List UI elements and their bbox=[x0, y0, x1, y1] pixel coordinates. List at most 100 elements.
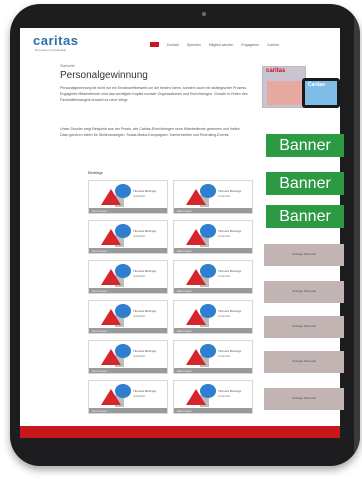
page-title: Personalgewinnung bbox=[60, 70, 148, 81]
shapes-placeholder-icon bbox=[186, 264, 216, 287]
card-footer: Mehr lesen bbox=[89, 288, 167, 293]
nav-item-spenden[interactable]: Spenden bbox=[187, 43, 201, 47]
section-label: Beiträge bbox=[88, 170, 103, 175]
article-card[interactable]: Titel des Beitrags Untertitel Mehr lesen bbox=[173, 340, 253, 374]
card-subtitle: Untertitel bbox=[218, 274, 231, 278]
card-footer: Mehr lesen bbox=[89, 328, 167, 333]
article-card[interactable]: Titel des Beitrags Untertitel Mehr lesen bbox=[88, 180, 168, 214]
card-footer: Mehr lesen bbox=[174, 208, 252, 213]
article-card[interactable]: Titel des Beitrags Untertitel Mehr lesen bbox=[173, 380, 253, 414]
card-subtitle: Untertitel bbox=[218, 354, 231, 358]
article-card[interactable]: Titel des Beitrags Untertitel Mehr lesen bbox=[88, 340, 168, 374]
card-title: Titel des Beitrags bbox=[218, 269, 242, 273]
card-title: Titel des Beitrags bbox=[218, 189, 242, 193]
card-link[interactable]: Mehr lesen bbox=[92, 329, 107, 333]
caritas-logo[interactable]: caritas bbox=[33, 33, 78, 48]
footer-bar bbox=[20, 426, 340, 438]
card-footer: Mehr lesen bbox=[89, 208, 167, 213]
nav-item-suchen[interactable]: Suchen bbox=[267, 43, 279, 47]
ad-box-3[interactable]: Anzeige Personal bbox=[264, 316, 344, 338]
card-footer: Mehr lesen bbox=[89, 368, 167, 373]
card-link[interactable]: Mehr lesen bbox=[92, 409, 107, 413]
card-subtitle: Untertitel bbox=[133, 274, 146, 278]
card-subtitle: Untertitel bbox=[133, 314, 146, 318]
article-card[interactable]: Titel des Beitrags Untertitel Mehr lesen bbox=[173, 220, 253, 254]
ad-label: Anzeige Personal bbox=[292, 252, 316, 256]
ad-label: Anzeige Personal bbox=[292, 289, 316, 293]
nav-item-kontakt[interactable]: Kontakt bbox=[167, 43, 179, 47]
breadcrumb[interactable]: Startseite bbox=[60, 64, 75, 68]
ad-label: Anzeige Personal bbox=[292, 396, 316, 400]
shapes-placeholder-icon bbox=[101, 344, 131, 367]
card-link[interactable]: Mehr lesen bbox=[177, 329, 192, 333]
card-title: Titel des Beitrags bbox=[133, 189, 157, 193]
shapes-placeholder-icon bbox=[101, 224, 131, 247]
article-card[interactable]: Titel des Beitrags Untertitel Mehr lesen bbox=[88, 380, 168, 414]
intro-paragraph: Personalgewinnung ist nicht nur ein Krea… bbox=[60, 86, 248, 102]
card-link[interactable]: Mehr lesen bbox=[177, 369, 192, 373]
card-link[interactable]: Mehr lesen bbox=[92, 369, 107, 373]
card-title: Titel des Beitrags bbox=[218, 389, 242, 393]
card-link[interactable]: Mehr lesen bbox=[177, 209, 192, 213]
card-link[interactable]: Mehr lesen bbox=[177, 289, 192, 293]
card-footer: Mehr lesen bbox=[89, 248, 167, 253]
card-footer: Mehr lesen bbox=[174, 288, 252, 293]
camera-icon bbox=[202, 12, 206, 16]
nav-item-engagieren[interactable]: Engagieren bbox=[241, 43, 259, 47]
shapes-placeholder-icon bbox=[101, 304, 131, 327]
top-nav: Kontakt Spenden Mitglied werden Engagier… bbox=[150, 42, 286, 47]
ad-label: Anzeige Personal bbox=[292, 324, 316, 328]
flag-icon bbox=[150, 42, 159, 47]
card-subtitle: Untertitel bbox=[218, 194, 231, 198]
ad-box-4[interactable]: Anzeige Personal bbox=[264, 351, 344, 373]
card-link[interactable]: Mehr lesen bbox=[92, 249, 107, 253]
shapes-placeholder-icon bbox=[101, 384, 131, 407]
second-paragraph: Unser Dossier zeigt Beispiele aus der Pr… bbox=[60, 127, 241, 137]
card-link[interactable]: Mehr lesen bbox=[92, 289, 107, 293]
article-card[interactable]: Titel des Beitrags Untertitel Mehr lesen bbox=[173, 260, 253, 294]
tablet-title: Caritas bbox=[308, 82, 325, 88]
article-card[interactable]: Titel des Beitrags Untertitel Mehr lesen bbox=[173, 180, 253, 214]
card-title: Titel des Beitrags bbox=[133, 349, 157, 353]
card-link[interactable]: Mehr lesen bbox=[177, 409, 192, 413]
article-card[interactable]: Titel des Beitrags Untertitel Mehr lesen bbox=[173, 300, 253, 334]
card-link[interactable]: Mehr lesen bbox=[177, 249, 192, 253]
ad-box-2[interactable]: Anzeige Personal bbox=[264, 281, 344, 303]
card-footer: Mehr lesen bbox=[174, 328, 252, 333]
card-title: Titel des Beitrags bbox=[218, 229, 242, 233]
shapes-placeholder-icon bbox=[186, 224, 216, 247]
card-footer: Mehr lesen bbox=[174, 368, 252, 373]
card-title: Titel des Beitrags bbox=[133, 389, 157, 393]
article-card[interactable]: Titel des Beitrags Untertitel Mehr lesen bbox=[88, 260, 168, 294]
nav-item-mitglied[interactable]: Mitglied werden bbox=[209, 43, 234, 47]
card-title: Titel des Beitrags bbox=[218, 349, 242, 353]
shapes-placeholder-icon bbox=[101, 184, 131, 207]
card-link[interactable]: Mehr lesen bbox=[92, 209, 107, 213]
shapes-placeholder-icon bbox=[186, 344, 216, 367]
tablet-edge bbox=[354, 4, 360, 466]
magazine-title: caritas bbox=[266, 68, 286, 74]
magazine-tablet: Caritas bbox=[302, 78, 340, 108]
ad-box-5[interactable]: Anzeige Personal bbox=[264, 388, 344, 410]
card-subtitle: Untertitel bbox=[133, 234, 146, 238]
magazine-photo bbox=[267, 81, 303, 105]
magazine-cover: caritas bbox=[262, 66, 306, 108]
card-title: Titel des Beitrags bbox=[218, 309, 242, 313]
logo-tagline: Not sehen und handeln bbox=[35, 48, 67, 52]
card-subtitle: Untertitel bbox=[218, 314, 231, 318]
magazine-teaser[interactable]: caritas Caritas bbox=[262, 64, 342, 110]
banner-3[interactable]: Banner bbox=[266, 205, 344, 228]
card-footer: Mehr lesen bbox=[174, 408, 252, 413]
article-card[interactable]: Titel des Beitrags Untertitel Mehr lesen bbox=[88, 300, 168, 334]
card-subtitle: Untertitel bbox=[133, 194, 146, 198]
shapes-placeholder-icon bbox=[186, 384, 216, 407]
shapes-placeholder-icon bbox=[186, 304, 216, 327]
shapes-placeholder-icon bbox=[186, 184, 216, 207]
banner-1[interactable]: Banner bbox=[266, 134, 344, 157]
card-title: Titel des Beitrags bbox=[133, 309, 157, 313]
article-card[interactable]: Titel des Beitrags Untertitel Mehr lesen bbox=[88, 220, 168, 254]
banner-2[interactable]: Banner bbox=[266, 172, 344, 195]
shapes-placeholder-icon bbox=[101, 264, 131, 287]
card-footer: Mehr lesen bbox=[174, 248, 252, 253]
ad-box-1[interactable]: Anzeige Personal bbox=[264, 244, 344, 266]
